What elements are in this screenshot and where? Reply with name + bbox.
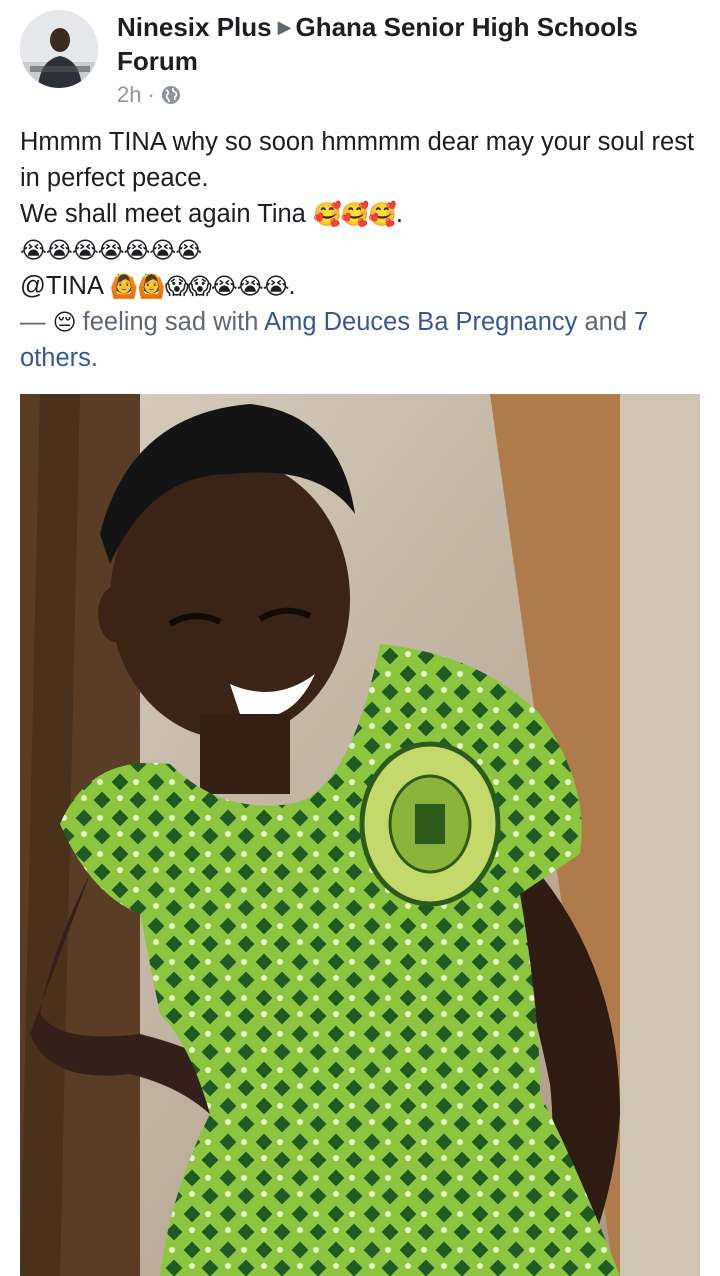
feeling-line: — 😔 feeling sad with Amg Deuces Ba Pregn… — [20, 304, 700, 376]
smiling-hearts-emojis: 🥰🥰🥰 — [312, 201, 397, 227]
post-line-2-text: We shall meet again Tina — [20, 200, 313, 228]
photo-girl-green-uniform — [20, 394, 700, 1276]
mention-text: @TINA — [20, 272, 110, 300]
post-photo[interactable] — [20, 394, 700, 1276]
feeling-text: feeling sad with — [75, 308, 265, 336]
post-line-4-end: . — [288, 272, 296, 300]
post-header: Ninesix Plus ▶ Ghana Senior High Schools F… — [20, 10, 710, 110]
sad-face-emoji: 😔 — [52, 309, 77, 335]
post-body: Hmmm TINA why so soon hmmmm dear may you… — [20, 124, 700, 376]
post-line-1: Hmmm TINA why so soon hmmmm dear may you… — [20, 128, 695, 192]
author-avatar[interactable] — [20, 10, 98, 88]
triangle-right-icon: ▶ — [277, 17, 292, 37]
crying-emojis-line: 😭😭😭😭😭😭😭 — [20, 237, 202, 263]
tagged-user-link[interactable]: Amg Deuces Ba Pregnancy — [264, 308, 577, 336]
meta-separator: · — [147, 82, 155, 107]
post-line-2: We shall meet again Tina 🥰🥰🥰. — [20, 196, 700, 232]
post-title-line: Ninesix Plus ▶ Ghana Senior High Schools F… — [117, 10, 697, 78]
post-meta: 2h · — [117, 82, 697, 108]
post-line-4: @TINA 🙆🙆😱😱😭😭😭. — [20, 268, 700, 304]
reaction-emojis: 🙆🙆😱😱😭😭😭 — [109, 273, 290, 299]
globe-icon — [161, 86, 180, 104]
feeling-dash: — — [20, 308, 53, 336]
avatar-image — [20, 10, 98, 88]
post-time[interactable]: 2h — [117, 82, 141, 108]
post-line-2-end: . — [395, 200, 403, 228]
and-text: and — [577, 308, 635, 336]
author-name[interactable]: Ninesix Plus — [117, 12, 272, 42]
